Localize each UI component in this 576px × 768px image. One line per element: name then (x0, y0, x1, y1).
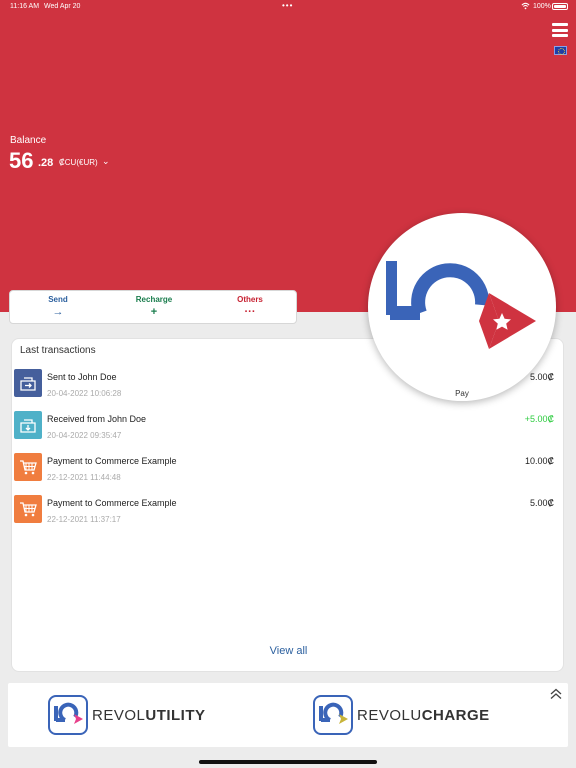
panel-title: Last transactions (20, 345, 96, 356)
send-button[interactable]: Send → (10, 291, 106, 323)
battery-percent: 100% (533, 3, 551, 10)
transaction-amount: +5.00₡ (524, 414, 554, 424)
transaction-description: Sent to John Doe (47, 372, 117, 382)
revolucharge-logo-icon (313, 695, 353, 735)
eu-flag-icon[interactable] (554, 46, 567, 55)
transaction-amount: 10.00₡ (524, 456, 554, 466)
revolutility-name: REVOLUTILITY (92, 707, 206, 724)
transaction-date: 20-04-2022 09:35:47 (47, 431, 122, 440)
transaction-row[interactable]: Payment to Commerce Example 22-12-2021 1… (12, 453, 565, 495)
more-dots-icon: ··· (244, 306, 256, 318)
transaction-date: 22-12-2021 11:37:17 (47, 515, 121, 524)
apps-footer: REVOLUTILITY REVOLUCHARGE (8, 683, 568, 747)
menu-icon[interactable] (552, 23, 568, 37)
status-time: 11:16 AM (10, 3, 40, 10)
transaction-date: 22-12-2021 11:44:48 (47, 473, 121, 482)
revolucharge-name: REVOLUCHARGE (357, 707, 490, 724)
status-date: Wed Apr 20 (44, 3, 81, 10)
recharge-label: Recharge (135, 295, 173, 304)
transaction-row[interactable]: Payment to Commerce Example 22-12-2021 1… (12, 495, 565, 537)
recharge-button[interactable]: Recharge + (106, 291, 202, 323)
home-indicator[interactable] (199, 760, 377, 764)
cart-icon (14, 453, 42, 481)
balance-currency: ₡CU(€UR) (59, 158, 98, 167)
transaction-description: Received from John Doe (47, 414, 147, 424)
transaction-row[interactable]: Received from John Doe 20-04-2022 09:35:… (12, 411, 565, 453)
others-button[interactable]: Others ··· (202, 291, 298, 323)
others-label: Others (237, 295, 263, 304)
multitasking-dots[interactable]: ••• (282, 1, 293, 10)
pay-logo-icon (386, 261, 536, 349)
revolutility-logo-icon (48, 695, 88, 735)
pay-label: Pay (455, 389, 469, 398)
chevron-double-up-icon[interactable] (549, 688, 563, 700)
balance-decimal: .28 (38, 157, 54, 169)
status-bar: 11:16 AM Wed Apr 20 ••• 100% (0, 0, 576, 14)
pay-button[interactable]: Pay (368, 213, 556, 401)
view-all-link[interactable]: View all (12, 645, 565, 657)
quick-actions: Send → Recharge + Others ··· (9, 290, 297, 324)
send-label: Send (48, 295, 68, 304)
transaction-date: 20-04-2022 10:06:28 (47, 389, 122, 398)
receive-icon (14, 411, 42, 439)
balance-integer: 56 (9, 148, 34, 173)
transaction-description: Payment to Commerce Example (47, 456, 177, 466)
arrow-right-icon: → (52, 306, 64, 318)
battery-icon (552, 3, 568, 10)
plus-icon: + (150, 306, 158, 318)
transaction-amount: 5.00₡ (529, 498, 554, 508)
transaction-description: Payment to Commerce Example (47, 498, 177, 508)
send-icon (14, 369, 42, 397)
transaction-amount: 5.00₡ (529, 372, 554, 382)
wifi-icon (521, 2, 530, 10)
chevron-down-icon[interactable]: ⌄ (102, 156, 110, 167)
cart-icon (14, 495, 42, 523)
balance-label: Balance (10, 135, 47, 146)
